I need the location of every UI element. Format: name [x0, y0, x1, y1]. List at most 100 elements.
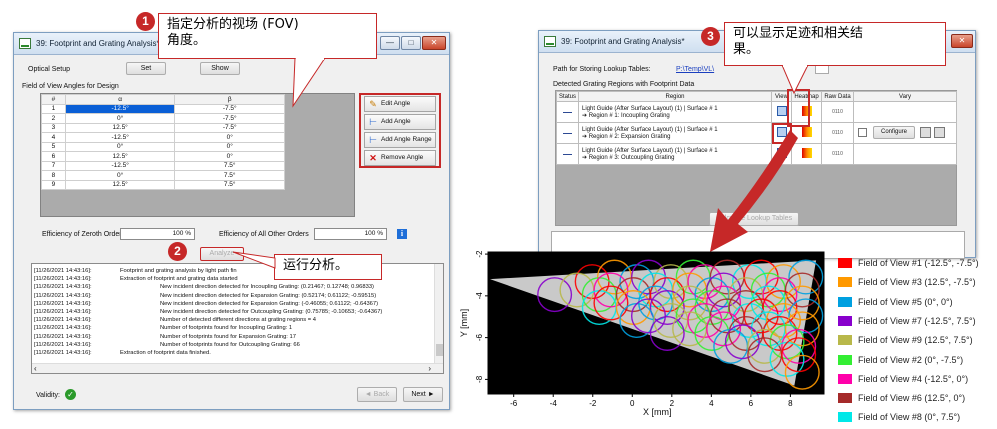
minimize-button[interactable]: —	[380, 36, 400, 50]
legend-swatch	[838, 258, 852, 268]
remove-angle-button[interactable]: ✕ Remove Angle	[364, 150, 436, 166]
legend-swatch	[838, 315, 852, 326]
callout-2-text: 运行分析。	[283, 258, 349, 273]
log-message: Extraction of footprint and grating data…	[120, 276, 238, 283]
log-hscrollbar[interactable]: ‹ ›	[32, 363, 443, 373]
fov-row[interactable]: 4 -12.5° 0°	[41, 132, 285, 143]
row-index-cell[interactable]: 8	[41, 170, 66, 181]
alpha-cell[interactable]: 12.5°	[64, 179, 176, 190]
legend-label: Field of View #3 (12.5°, -7.5°)	[858, 277, 976, 288]
alpha-cell[interactable]: 0°	[64, 113, 176, 124]
x-tick-label: -4	[550, 399, 558, 408]
row-index-cell[interactable]: 6	[41, 151, 66, 162]
raw-data-icon[interactable]: 0110	[821, 122, 854, 144]
log-timestamp: [11/26/2021 14:43:16]:	[34, 284, 92, 291]
legend-label: Field of View #2 (0°, -7.5°)	[858, 354, 964, 365]
back-button[interactable]: ◄ Back	[357, 387, 397, 402]
set-button[interactable]: Set	[126, 62, 166, 75]
beta-cell[interactable]: -7.5°	[174, 113, 285, 124]
callout-1-pointer	[292, 58, 326, 108]
add-angle-range-button[interactable]: ⊢ Add Angle Range	[364, 132, 436, 148]
beta-cell[interactable]: 7.5°	[174, 170, 285, 181]
row-index-cell[interactable]: 3	[41, 122, 66, 133]
add-angle-button[interactable]: ⊢ Add Angle	[364, 114, 436, 130]
fov-row[interactable]: 8 0° 7.5°	[41, 170, 285, 181]
add-row-icon: ⊢	[369, 117, 377, 127]
row-index-cell[interactable]: 1	[41, 103, 66, 114]
scroll-right-icon[interactable]: ›	[428, 364, 431, 373]
row-index-cell[interactable]: 9	[41, 179, 66, 190]
log-message: New incident direction detected for Outc…	[160, 309, 383, 315]
row-index-cell[interactable]: 5	[41, 141, 66, 152]
next-button[interactable]: Next ►	[403, 387, 443, 402]
close-button[interactable]: ✕	[422, 36, 446, 50]
angle-actions-panel: ✎ Edit Angle ⊢ Add Angle ⊢ Add Angle Range …	[359, 93, 441, 168]
beta-cell[interactable]: -7.5°	[174, 122, 285, 133]
scroll-thumb[interactable]	[436, 344, 443, 356]
fov-angles-grid: # α β 1 -12.5° -7.5° 2 0° -7.5° 3 12.5° -7.5° 4 -1…	[40, 93, 355, 217]
x-tick-label: 0	[630, 399, 635, 408]
callout-3-badge: 3	[701, 27, 720, 46]
grid-icon-a[interactable]	[920, 127, 931, 138]
fov-row[interactable]: 9 12.5° 7.5°	[41, 179, 285, 190]
scroll-left-icon[interactable]: ‹	[34, 364, 37, 373]
callout-1-line1: 指定分析的视场 (FOV)	[167, 17, 299, 32]
view-icon[interactable]	[776, 106, 787, 116]
fov-row[interactable]: 3 12.5° -7.5°	[41, 122, 285, 133]
other-orders-input[interactable]: 100 %	[314, 228, 387, 240]
col-header-index: #	[41, 94, 66, 105]
fov-row[interactable]: 1 -12.5° -7.5°	[41, 103, 285, 114]
y-tick-label: -4	[475, 292, 484, 300]
close-button-right[interactable]: ✕	[951, 34, 973, 48]
alpha-cell[interactable]: 0°	[64, 170, 176, 181]
vary-checkbox[interactable]	[858, 128, 867, 137]
status-icon: —	[556, 143, 579, 165]
beta-cell[interactable]: 0°	[174, 151, 285, 162]
y-tick-label: -6	[475, 334, 484, 342]
beta-cell[interactable]: 0°	[174, 132, 285, 143]
window-title: 39: Footprint and Grating Analysis*	[36, 39, 160, 48]
grid-icon-b[interactable]	[934, 127, 945, 138]
heatmap-icon[interactable]	[801, 148, 812, 158]
log-timestamp: [11/26/2021 14:43:16]:	[34, 309, 92, 315]
legend-label: Field of View #1 (-12.5°, -7.5°)	[858, 258, 979, 268]
lookup-path-label: Path for Storing Lookup Tables:	[553, 66, 651, 73]
x-tick-label: 4	[709, 399, 714, 408]
fov-angles-table: # α β 1 -12.5° -7.5° 2 0° -7.5° 3 12.5° -7.5° 4 -1…	[41, 94, 285, 190]
alpha-cell[interactable]: 12.5°	[64, 122, 176, 133]
show-button[interactable]: Show	[200, 62, 240, 75]
row-index-cell[interactable]: 7	[41, 160, 66, 171]
x-tick-label: -2	[589, 399, 597, 408]
legend-label: Field of View #8 (0°, 7.5°)	[858, 412, 961, 423]
row-index-cell[interactable]: 2	[41, 113, 66, 124]
beta-cell[interactable]: 7.5°	[174, 179, 285, 190]
zeroth-order-input[interactable]: 100 %	[120, 228, 195, 240]
row-index-cell[interactable]: 4	[41, 132, 66, 143]
maximize-button[interactable]: □	[401, 36, 421, 50]
edit-angle-button[interactable]: ✎ Edit Angle	[364, 96, 436, 112]
log-scrollbar[interactable]	[434, 264, 443, 364]
fov-row[interactable]: 6 12.5° 0°	[41, 151, 285, 162]
beta-cell[interactable]: 7.5°	[174, 160, 285, 171]
lookup-path-link[interactable]: P:\Temp\VL\	[676, 66, 714, 73]
arrow-to-plot	[710, 130, 798, 252]
alpha-cell[interactable]: 0°	[64, 141, 176, 152]
edit-angle-label: Edit Angle	[381, 100, 411, 107]
alpha-cell[interactable]: -12.5°	[64, 160, 176, 171]
fov-row[interactable]: 5 0° 0°	[41, 141, 285, 152]
info-icon[interactable]: i	[397, 229, 407, 239]
x-tick-label: 6	[749, 399, 754, 408]
alpha-cell[interactable]: 12.5°	[64, 151, 176, 162]
raw-data-icon[interactable]: 0110	[821, 101, 854, 123]
alpha-cell[interactable]: -12.5°	[64, 103, 176, 114]
heatmap-icon[interactable]	[801, 127, 812, 137]
beta-cell[interactable]: 0°	[174, 141, 285, 152]
raw-data-icon[interactable]: 0110	[821, 143, 854, 165]
x-tick-label: -6	[510, 399, 518, 408]
fov-row[interactable]: 7 -12.5° 7.5°	[41, 160, 285, 171]
legend-swatch	[838, 335, 852, 346]
fov-row[interactable]: 2 0° -7.5°	[41, 113, 285, 124]
alpha-cell[interactable]: -12.5°	[64, 132, 176, 143]
configure-button[interactable]: Configure	[873, 126, 915, 139]
detected-regions-label: Detected Grating Regions with Footprint …	[553, 81, 695, 88]
